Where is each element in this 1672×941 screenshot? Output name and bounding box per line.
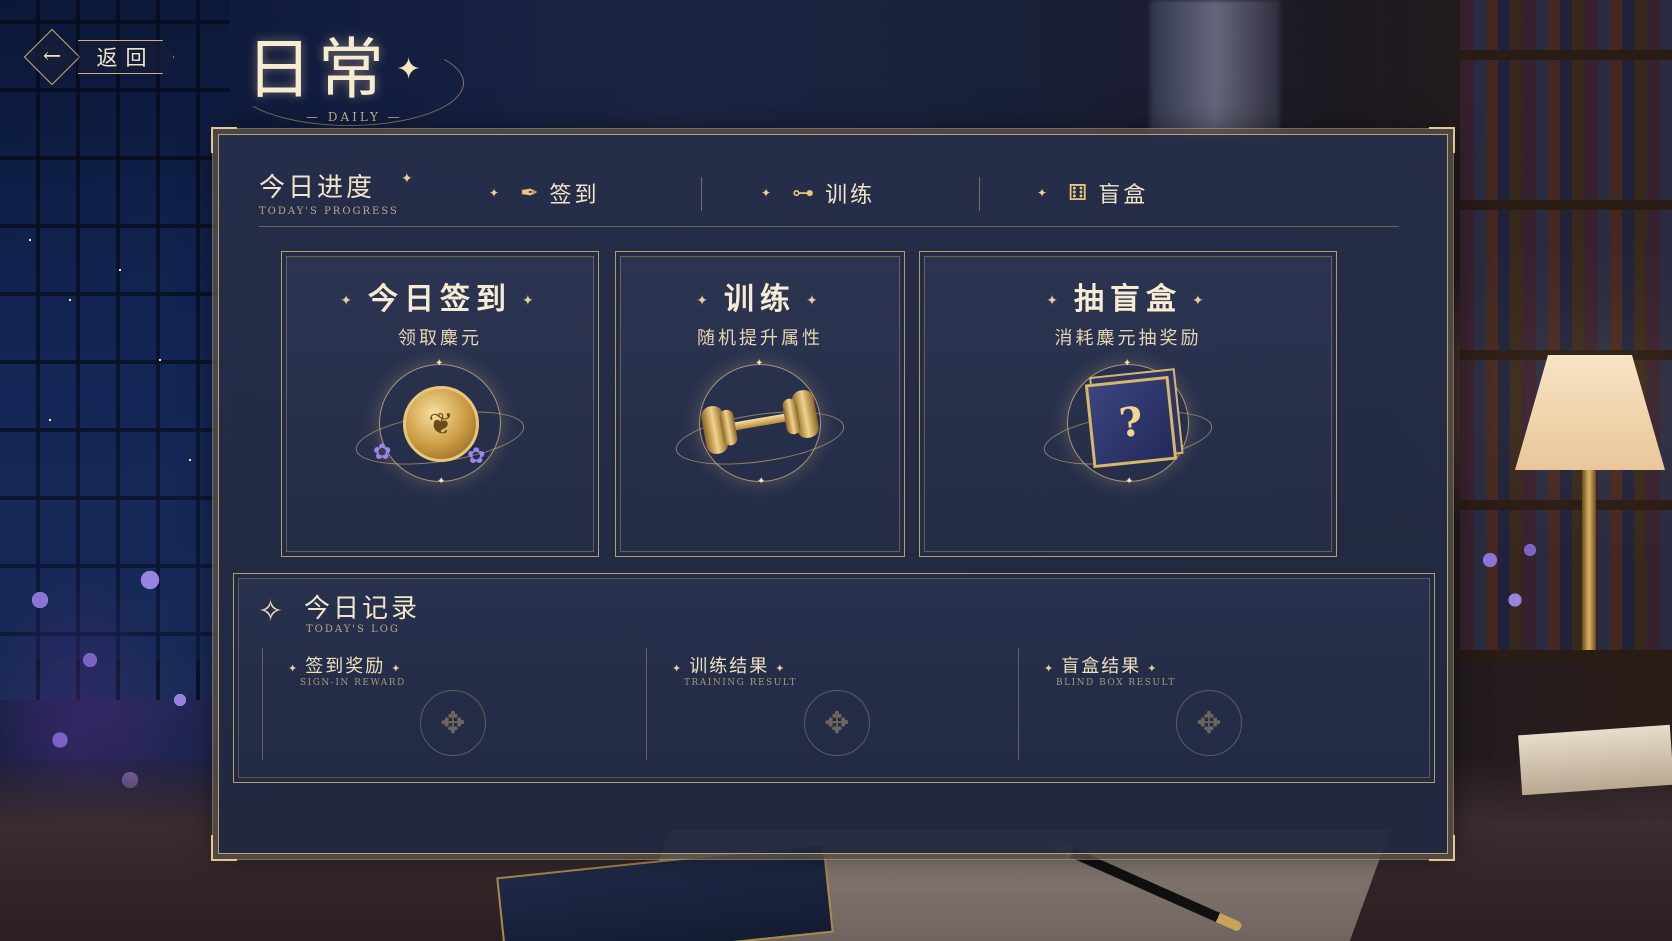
card-subtitle: 领取麋元 — [398, 328, 482, 349]
background-closed-book-right — [1518, 724, 1672, 796]
compass-emblem-icon: ✥ — [420, 690, 486, 756]
daily-panel: 今日进度 TODAY'S PROGRESS ✦ ✦ ✒ 签到 ✦ ⊶ 训练 ✦ … — [211, 127, 1455, 861]
log-blind-box-result: ✦ 盲盒结果 ✦ BLIND BOX RESULT ✥ — [1018, 644, 1394, 764]
card-subtitle: 随机提升属性 — [697, 328, 823, 349]
background-curtain — [1150, 0, 1280, 140]
tab-label: 训练 — [825, 183, 876, 208]
log-column-title-en: BLIND BOX RESULT — [1056, 678, 1176, 688]
log-sign-in-reward: ✦ 签到奖励 ✦ SIGN-IN REWARD ✥ — [262, 644, 638, 764]
sparkle-icon: ✦ — [1037, 186, 1051, 200]
corner-ornament — [211, 835, 237, 861]
tab-divider — [979, 177, 980, 211]
log-title-en: TODAY'S LOG — [306, 624, 400, 635]
sparkle-icon: ✦ — [401, 171, 413, 187]
tab-sign-in[interactable]: ✦ ✒ 签到 — [489, 175, 600, 211]
mystery-box-icon: ? ✦ ✦ — [1040, 358, 1216, 487]
blind-box-card[interactable]: ✦ 抽盲盒 ✦ 消耗麋元抽奖励 ? ✦ ✦ — [919, 251, 1337, 557]
log-column-title: ✦ 训练结果 ✦ — [672, 656, 787, 677]
corner-ornament — [211, 127, 237, 153]
today-log-section: ✧ 今日记录 TODAY'S LOG ✦ 签到奖励 ✦ SIGN-IN REWARD… — [233, 573, 1435, 783]
sparkle-icon: ✦ — [761, 186, 775, 200]
log-title: 今日记录 — [304, 594, 421, 624]
tab-label: 盲盒 — [1098, 183, 1149, 208]
progress-heading: 今日进度 TODAY'S PROGRESS ✦ — [259, 167, 413, 217]
sparkle-icon: ✦ — [396, 52, 422, 87]
progress-title-en: TODAY'S PROGRESS — [259, 206, 399, 217]
tab-label: 签到 — [549, 183, 600, 208]
tab-blind-box[interactable]: ✦ ⚅ 盲盒 — [1037, 175, 1148, 211]
quill-pen-icon: ✒ — [520, 180, 542, 206]
background-violet-flowers-right — [1460, 520, 1570, 640]
tab-divider — [701, 177, 702, 211]
corner-ornament — [1429, 835, 1455, 861]
back-arrow-frame: ← — [23, 28, 81, 86]
back-label: 返回 — [78, 40, 174, 74]
log-column-title-en: SIGN-IN REWARD — [300, 678, 406, 688]
progress-title: 今日进度 — [259, 173, 376, 203]
leaf-coin-icon: ❦ ✿ ✿ ✦ ✦ — [352, 358, 528, 487]
sign-in-card[interactable]: ✦ 今日签到 ✦ 领取麋元 ❦ ✿ ✿ ✦ ✦ — [281, 251, 599, 557]
corner-ornament — [1429, 127, 1455, 153]
card-title: ✦ 今日签到 ✦ — [340, 282, 540, 317]
dumbbell-icon: ⊶ — [792, 180, 818, 206]
log-column-title: ✦ 盲盒结果 ✦ — [1044, 656, 1159, 677]
arrow-left-icon: ← — [42, 44, 62, 69]
dumbbell-icon: ✦ ✦ — [672, 358, 848, 487]
compass-star-icon: ✧ — [258, 594, 284, 629]
log-column-title: ✦ 签到奖励 ✦ — [288, 656, 403, 677]
page-title-block: 日常 ✦ — DAILY — — [234, 32, 476, 130]
tab-training[interactable]: ✦ ⊶ 训练 — [761, 175, 875, 211]
background-lamp-stand — [1582, 470, 1596, 650]
sparkle-icon: ✦ — [489, 186, 503, 200]
page-subtitle: — DAILY — — [306, 110, 403, 124]
log-training-result: ✦ 训练结果 ✦ TRAINING RESULT ✥ — [646, 644, 1022, 764]
card-title: ✦ 抽盲盒 ✦ — [1046, 282, 1210, 317]
training-card[interactable]: ✦ 训练 ✦ 随机提升属性 ✦ ✦ — [615, 251, 905, 557]
compass-emblem-icon: ✥ — [804, 690, 870, 756]
card-subtitle: 消耗麋元抽奖励 — [1054, 328, 1202, 349]
compass-emblem-icon: ✥ — [1176, 690, 1242, 756]
dice-box-icon: ⚅ — [1068, 180, 1091, 206]
card-title: ✦ 训练 ✦ — [696, 282, 824, 317]
log-column-title-en: TRAINING RESULT — [684, 678, 798, 688]
back-button[interactable]: ← 返回 — [23, 28, 182, 86]
progress-tabs-row: 今日进度 TODAY'S PROGRESS ✦ ✦ ✒ 签到 ✦ ⊶ 训练 ✦ … — [259, 155, 1399, 227]
